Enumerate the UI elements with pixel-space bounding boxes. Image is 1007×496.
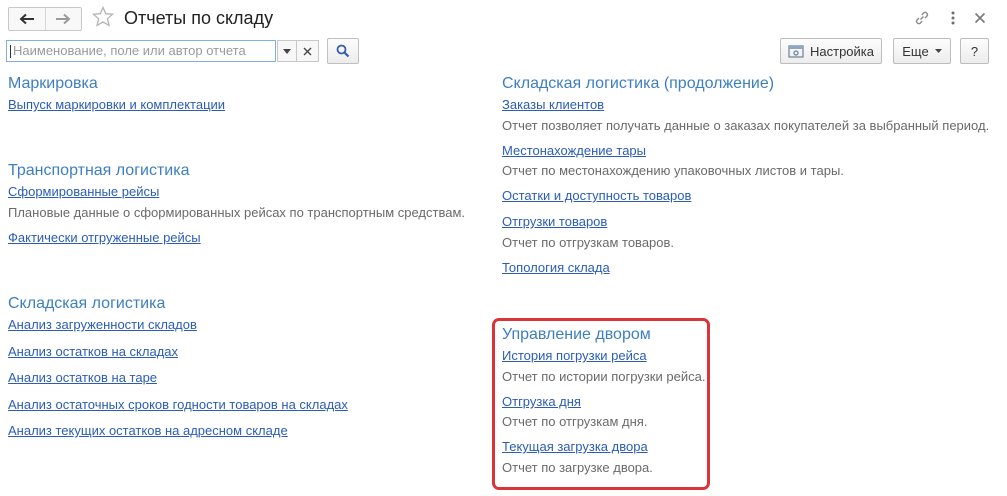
section-title-warehouse: Складская логистика	[8, 295, 166, 312]
arrow-right-icon	[56, 13, 71, 25]
search-history-dropdown[interactable]	[277, 40, 297, 62]
search-placeholder: Наименование, поле или автор отчета	[13, 43, 246, 58]
report-link[interactable]: Анализ загруженности складов	[8, 316, 197, 334]
search-input[interactable]: Наименование, поле или автор отчета	[6, 40, 276, 62]
report-description: Плановые данные о сформированных рейсах …	[8, 205, 466, 220]
more-actions-button[interactable]	[943, 8, 963, 28]
report-link[interactable]: Остатки и доступность товаров	[502, 187, 691, 205]
arrow-left-icon	[19, 13, 34, 25]
star-icon	[91, 5, 115, 27]
search-button[interactable]	[327, 38, 359, 64]
chevron-down-icon	[283, 48, 291, 54]
report-description: Отчет по истории погрузки рейса.	[502, 369, 706, 384]
history-nav	[8, 7, 82, 31]
report-link[interactable]: Выпуск маркировки и комплектации	[8, 96, 225, 114]
report-link[interactable]: Местонахождение тары	[502, 142, 646, 160]
help-button[interactable]: ?	[960, 38, 989, 64]
more-label: Еще	[902, 43, 929, 59]
report-description: Отчет по отгрузкам товаров.	[502, 235, 675, 250]
section-title-marking: Маркировка	[8, 75, 98, 92]
link-icon	[915, 11, 929, 25]
report-description: Отчет по отгрузкам дня.	[502, 414, 648, 429]
clear-search-button[interactable]	[297, 40, 319, 62]
help-label: ?	[970, 43, 979, 59]
link-button[interactable]	[912, 8, 932, 28]
settings-label: Настройка	[810, 43, 874, 59]
report-description: Отчет по загрузке двора.	[502, 460, 653, 475]
report-link[interactable]: Сформированные рейсы	[8, 183, 159, 201]
report-link[interactable]: Анализ остаточных сроков годности товаро…	[8, 396, 348, 414]
section-title-transport: Транспортная логистика	[8, 162, 190, 179]
close-icon	[974, 12, 986, 24]
settings-button[interactable]: Настройка	[780, 38, 882, 64]
settings-icon	[788, 45, 804, 58]
search-icon	[336, 44, 350, 58]
report-description: Отчет по местонахождению упаковочных лис…	[502, 163, 844, 178]
report-link[interactable]: Текущая загрузка двора	[502, 438, 648, 456]
close-button[interactable]	[970, 8, 990, 28]
report-link[interactable]: История погрузки рейса	[502, 347, 647, 365]
report-description: Отчет позволяет получать данные о заказа…	[502, 118, 990, 133]
report-link[interactable]: Топология склада	[502, 259, 610, 277]
favorite-star-button[interactable]	[91, 5, 115, 29]
page-title: Отчеты по складу	[124, 8, 274, 28]
report-link[interactable]: Заказы клиентов	[502, 96, 604, 114]
forward-button[interactable]	[44, 8, 82, 30]
report-link[interactable]: Отгрузка дня	[502, 393, 581, 411]
report-link[interactable]: Отгрузки товаров	[502, 213, 607, 231]
report-link[interactable]: Анализ текущих остатков на адресном скла…	[8, 422, 288, 440]
report-link[interactable]: Анализ остатков на складах	[8, 343, 178, 361]
vertical-dots-icon	[951, 11, 955, 25]
back-button[interactable]	[9, 8, 45, 30]
report-link[interactable]: Анализ остатков на таре	[8, 369, 157, 387]
clear-x-icon	[303, 47, 312, 55]
report-link[interactable]: Фактически отгруженные рейсы	[8, 229, 201, 247]
section-title-yard: Управление двором	[502, 326, 651, 343]
more-menu-button[interactable]: Еще	[893, 38, 951, 64]
section-title-warehouse-cont: Складская логистика (продолжение)	[502, 75, 775, 92]
chevron-down-icon	[934, 49, 942, 53]
